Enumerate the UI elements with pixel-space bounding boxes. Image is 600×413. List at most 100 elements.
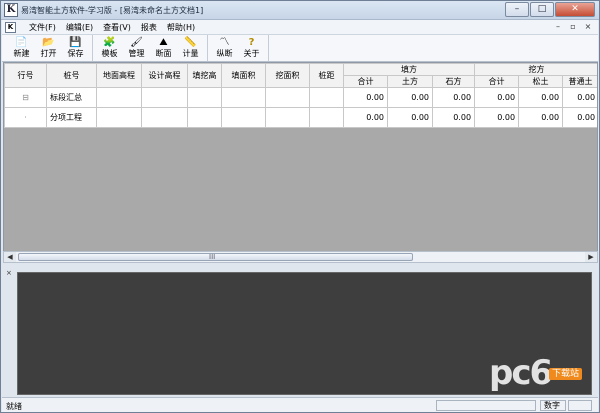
table-cell[interactable]: 0.00 — [518, 107, 564, 128]
col-fill-area[interactable]: 填面积 — [221, 63, 266, 88]
minimize-button[interactable]: – — [505, 2, 529, 17]
watermark: pc6 下载站 — [489, 353, 589, 397]
panel-splitter[interactable] — [2, 264, 598, 270]
save-button[interactable]: 💾 保存 — [62, 35, 89, 61]
toolbar-group-misc: 〽 纵断 ? 关于 — [211, 35, 269, 61]
measure-label: 计量 — [182, 49, 199, 58]
col-cut-total[interactable]: 合计 — [474, 75, 520, 88]
table-cell[interactable]: 0.00 — [431, 107, 476, 128]
table-cell[interactable]: 0.00 — [474, 107, 520, 128]
title-bar[interactable]: K 易湾智能土方软件-学习版 - [易湾未命名土方文档1] – □ ✕ — [1, 1, 599, 20]
table-cell[interactable] — [187, 107, 222, 128]
maximize-button[interactable]: □ — [530, 2, 554, 17]
section-button[interactable]: ⛰ 断面 — [150, 35, 177, 61]
table-cell[interactable]: 0.00 — [387, 107, 433, 128]
new-label: 新建 — [13, 49, 30, 58]
app-logo-icon: K — [4, 3, 18, 17]
table-cell[interactable]: 0.00 — [518, 87, 564, 108]
status-text: 就绪 — [6, 402, 22, 411]
manage-button[interactable]: 🖌 管理 — [123, 35, 150, 61]
section-label: 断面 — [155, 49, 172, 58]
col-row-number[interactable]: 行号 — [4, 63, 47, 88]
profile-wave-icon: 〽 — [219, 37, 230, 48]
doc-minimize-button[interactable]: – — [552, 21, 564, 32]
table-cell[interactable]: 0.00 — [431, 87, 476, 108]
table-cell[interactable] — [96, 107, 142, 128]
grip-icon: III — [209, 253, 216, 261]
table-cell[interactable] — [221, 87, 266, 108]
scrollbar-thumb[interactable]: III — [18, 253, 413, 261]
about-label: 关于 — [243, 49, 260, 58]
cross-section-icon: ⛰ — [159, 37, 168, 48]
profile-button[interactable]: 〽 纵断 — [211, 35, 238, 61]
measure-button[interactable]: 📏 计量 — [177, 35, 204, 61]
col-cut-fill-height[interactable]: 填挖高 — [187, 63, 222, 88]
menu-edit[interactable]: 编辑(E) — [61, 22, 98, 33]
open-button[interactable]: 📂 打开 — [35, 35, 62, 61]
horizontal-scrollbar[interactable]: ◀ III ▶ — [3, 251, 598, 263]
table-cell[interactable]: 0.00 — [474, 87, 520, 108]
scroll-left-icon[interactable]: ◀ — [4, 252, 16, 262]
col-group-cut[interactable]: 挖方 — [474, 63, 597, 76]
col-group-fill[interactable]: 填方 — [342, 63, 476, 76]
table-cell[interactable] — [141, 107, 188, 128]
col-station-distance[interactable]: 桩距 — [309, 63, 344, 88]
close-button[interactable]: ✕ — [555, 2, 595, 17]
table-cell[interactable] — [141, 87, 188, 108]
table-cell[interactable] — [96, 87, 142, 108]
row-name[interactable]: 标段汇总 — [46, 87, 97, 108]
table-cell[interactable] — [187, 87, 222, 108]
doc-close-button[interactable]: × — [582, 21, 594, 32]
doc-restore-button[interactable]: ▫ — [567, 21, 579, 32]
table-cell[interactable]: 0.00 — [562, 87, 597, 108]
template-label: 模板 — [101, 49, 118, 58]
menu-help[interactable]: 帮助(H) — [162, 22, 200, 33]
table-cell[interactable] — [265, 87, 310, 108]
col-cut-common-soil[interactable]: 普通土 — [562, 75, 597, 88]
toolbar: 📄 新建 📂 打开 💾 保存 🧩 模板 🖌 管理 ⛰ 断面 📏 计量 〽 纵断 … — [2, 35, 598, 62]
col-fill-total[interactable]: 合计 — [343, 75, 388, 88]
col-fill-earth[interactable]: 土方 — [387, 75, 433, 88]
table-cell[interactable]: 0.00 — [562, 107, 597, 128]
table-cell[interactable] — [309, 107, 344, 128]
menu-view[interactable]: 查看(V) — [98, 22, 136, 33]
col-fill-rock[interactable]: 石方 — [431, 75, 476, 88]
save-label: 保存 — [67, 49, 84, 58]
template-button[interactable]: 🧩 模板 — [96, 35, 123, 61]
scroll-right-icon[interactable]: ▶ — [585, 252, 597, 262]
table-cell[interactable] — [265, 107, 310, 128]
table-cell[interactable] — [221, 107, 266, 128]
col-cut-area[interactable]: 挖面积 — [265, 63, 310, 88]
brush-icon: 🖌 — [130, 37, 143, 48]
col-ground-elevation[interactable]: 地面高程 — [96, 63, 142, 88]
table-cell[interactable]: 0.00 — [387, 87, 433, 108]
toolbar-group-file: 📄 新建 📂 打开 💾 保存 — [8, 35, 93, 61]
panel-close-icon[interactable]: × — [6, 269, 12, 277]
col-station[interactable]: 桩号 — [46, 63, 97, 88]
watermark-logo: pc6 — [489, 353, 553, 393]
col-cut-loose-soil[interactable]: 松土 — [518, 75, 564, 88]
document-icon[interactable]: K — [5, 22, 16, 33]
table-cell[interactable] — [309, 87, 344, 108]
table-cell[interactable]: 0.00 — [343, 107, 388, 128]
menu-report[interactable]: 报表 — [136, 22, 162, 33]
new-button[interactable]: 📄 新建 — [8, 35, 35, 61]
row-name[interactable]: 分项工程 — [46, 107, 97, 128]
tree-toggle-icon[interactable]: ⊟ — [4, 87, 47, 108]
menu-file[interactable]: 文件(F) — [24, 22, 61, 33]
open-label: 打开 — [40, 49, 57, 58]
about-button[interactable]: ? 关于 — [238, 35, 265, 61]
save-disk-icon: 💾 — [69, 37, 82, 48]
status-pane-blank — [436, 400, 536, 411]
status-pane-numlock: 数字 — [540, 400, 566, 411]
table-cell[interactable]: 0.00 — [343, 87, 388, 108]
table-row[interactable]: · 分项工程 0.00 0.00 0.00 0.00 0.00 0.00 — [4, 107, 597, 128]
earthwork-grid[interactable]: 行号 桩号 地面高程 设计高程 填挖高 填面积 挖面积 桩距 填方 挖方 合计 … — [3, 62, 598, 262]
status-pane-extra — [568, 400, 592, 411]
watermark-tag: 下载站 — [549, 368, 583, 380]
new-file-icon: 📄 — [15, 37, 28, 48]
question-icon: ? — [248, 37, 255, 48]
app-window: K 易湾智能土方软件-学习版 - [易湾未命名土方文档1] – □ ✕ K 文件… — [0, 0, 600, 413]
table-row[interactable]: ⊟ 标段汇总 0.00 0.00 0.00 0.00 0.00 0.00 — [4, 87, 597, 108]
col-design-elevation[interactable]: 设计高程 — [141, 63, 188, 88]
